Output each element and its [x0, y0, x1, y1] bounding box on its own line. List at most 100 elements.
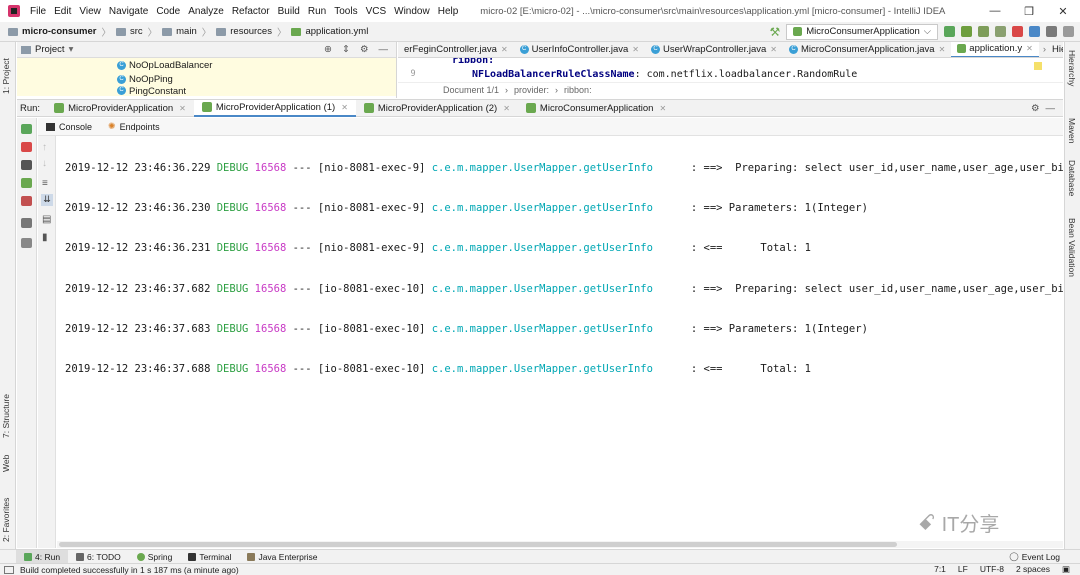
editor-tab[interactable]: C UserInfoController.java ✕	[514, 42, 645, 57]
menu-run[interactable]: Run	[304, 6, 330, 17]
log-logger[interactable]: c.e.m.mapper.UserMapper.getUserInfo	[432, 323, 653, 335]
tool-window-bean-validation[interactable]: Bean Validation	[1067, 218, 1077, 288]
trash-icon[interactable]: ▮	[42, 232, 48, 243]
close-icon[interactable]: ✕	[659, 104, 666, 113]
menu-tools[interactable]: Tools	[330, 6, 361, 17]
todo-tool-button[interactable]: 6: TODO	[68, 550, 129, 564]
breadcrumb-src[interactable]: src	[130, 26, 143, 37]
stop-icon[interactable]	[1012, 26, 1023, 37]
code-line[interactable]: 9 NFLoadBalancerRuleClassName : com.netf…	[398, 66, 1063, 82]
menu-navigate[interactable]: Navigate	[105, 6, 152, 17]
restore-button[interactable]: ❒	[1012, 5, 1046, 18]
scroll-to-end-icon[interactable]: ⇊	[41, 194, 53, 206]
close-icon[interactable]: ✕	[770, 45, 777, 54]
tool-window-favorites[interactable]: 2: Favorites	[1, 487, 11, 542]
camera-icon[interactable]	[21, 160, 32, 170]
console-tab[interactable]: Console	[38, 122, 100, 132]
file-encoding[interactable]: UTF-8	[980, 564, 1004, 575]
terminal-tool-button[interactable]: Terminal	[180, 550, 239, 564]
code-line[interactable]: ribbon:	[398, 58, 1063, 66]
rerun-icon[interactable]	[21, 124, 32, 134]
layout-icon[interactable]	[21, 218, 32, 228]
log-logger[interactable]: c.e.m.mapper.UserMapper.getUserInfo	[432, 162, 653, 174]
menu-help[interactable]: Help	[434, 6, 463, 17]
run-tab[interactable]: MicroConsumerApplication ✕	[518, 100, 674, 117]
tree-item[interactable]: C PingConstant	[17, 86, 396, 96]
scrollbar-thumb[interactable]	[59, 542, 897, 547]
editor-tab[interactable]: erFeginController.java ✕	[398, 42, 514, 57]
line-separator[interactable]: LF	[958, 564, 968, 575]
chevron-down-icon[interactable]: ▾	[69, 44, 74, 55]
breadcrumb-project[interactable]: micro-consumer	[22, 26, 96, 37]
yaml-path-provider[interactable]: provider:	[514, 85, 549, 95]
tool-window-structure[interactable]: 7: Structure	[1, 380, 11, 438]
profile-icon[interactable]	[995, 26, 1006, 37]
run-tab[interactable]: MicroProviderApplication (2) ✕	[356, 100, 518, 117]
editor-tab[interactable]: C MicroConsumerApplication.java ✕	[783, 42, 951, 57]
stop-icon[interactable]	[21, 142, 32, 152]
editor-tab-active[interactable]: application.y ✕	[951, 42, 1039, 57]
menu-analyze[interactable]: Analyze	[184, 6, 228, 17]
hierarchy-tab[interactable]: Hiera	[1050, 44, 1063, 55]
menu-refactor[interactable]: Refactor	[228, 6, 274, 17]
pin-icon[interactable]	[21, 238, 32, 248]
log-logger[interactable]: c.e.m.mapper.UserMapper.getUserInfo	[432, 363, 653, 375]
console-output[interactable]: 2019-12-12 23:46:36.229 DEBUG 16568 --- …	[57, 136, 1063, 541]
run-tab[interactable]: MicroProviderApplication ✕	[46, 100, 194, 117]
update-icon[interactable]	[1029, 26, 1040, 37]
yaml-path-ribbon[interactable]: ribbon:	[564, 85, 592, 95]
close-icon[interactable]: ✕	[341, 103, 348, 112]
horizontal-scrollbar[interactable]	[57, 541, 1063, 548]
gear-icon[interactable]: ⚙	[1031, 103, 1046, 114]
search-everywhere-icon[interactable]	[1063, 26, 1074, 37]
tool-windows-toggle-icon[interactable]	[4, 565, 14, 574]
caret-position[interactable]: 7:1	[934, 564, 946, 575]
menu-window[interactable]: Window	[390, 6, 434, 17]
event-log-button[interactable]: ◯ Event Log	[1001, 550, 1080, 564]
project-structure-icon[interactable]	[1046, 26, 1057, 37]
close-icon[interactable]: ✕	[939, 45, 946, 54]
tool-window-hierarchy[interactable]: Hierarchy	[1067, 50, 1077, 100]
editor-tab[interactable]: C UserWrapController.java ✕	[645, 42, 783, 57]
close-icon[interactable]: ✕	[501, 45, 508, 54]
menu-edit[interactable]: Edit	[50, 6, 75, 17]
document-indicator[interactable]: Document 1/1	[443, 85, 499, 95]
exit-icon[interactable]	[21, 196, 32, 206]
debug-icon[interactable]	[961, 26, 972, 37]
java-enterprise-tool-button[interactable]: Java Enterprise	[239, 550, 325, 564]
menu-vcs[interactable]: VCS	[362, 6, 391, 17]
soft-wrap-icon[interactable]: ≡	[42, 178, 48, 189]
menu-build[interactable]: Build	[274, 6, 304, 17]
menu-code[interactable]: Code	[152, 6, 184, 17]
close-icon[interactable]: ✕	[503, 104, 510, 113]
run-tab-active[interactable]: MicroProviderApplication (1) ✕	[193, 99, 356, 117]
debug-bug-icon[interactable]	[21, 178, 32, 188]
breadcrumb-main[interactable]: main	[176, 26, 197, 37]
hide-icon[interactable]: —	[1046, 103, 1064, 114]
menu-view[interactable]: View	[75, 6, 105, 17]
collapse-icon[interactable]: ⇕	[342, 44, 350, 55]
tree-item[interactable]: C NoOpPing	[17, 72, 396, 86]
gear-icon[interactable]: ⚙	[360, 44, 369, 55]
run-tool-button[interactable]: 4: Run	[16, 549, 69, 564]
spring-tool-button[interactable]: Spring	[129, 550, 181, 564]
warning-marker-icon[interactable]	[1034, 62, 1042, 70]
log-logger[interactable]: c.e.m.mapper.UserMapper.getUserInfo	[432, 242, 653, 254]
close-icon[interactable]: ✕	[1026, 44, 1033, 53]
arrow-up-icon[interactable]: ↑	[42, 142, 47, 153]
breadcrumb-resources[interactable]: resources	[230, 26, 272, 37]
tool-window-maven[interactable]: Maven	[1067, 118, 1077, 148]
indent-setting[interactable]: 2 spaces	[1016, 564, 1050, 575]
log-logger[interactable]: c.e.m.mapper.UserMapper.getUserInfo	[432, 202, 653, 214]
coverage-icon[interactable]	[978, 26, 989, 37]
tree-item[interactable]: C NoOpLoadBalancer	[17, 58, 396, 72]
tool-window-database[interactable]: Database	[1067, 160, 1077, 204]
run-configuration-select[interactable]: MicroConsumerApplication ⌵	[786, 23, 938, 40]
breadcrumb-file[interactable]: application.yml	[305, 26, 368, 37]
menu-file[interactable]: File	[26, 6, 50, 17]
locate-icon[interactable]: ⊕	[324, 44, 332, 55]
endpoints-tab[interactable]: ✺ Endpoints	[100, 121, 168, 132]
minimize-button[interactable]: —	[978, 5, 1012, 18]
tool-window-web[interactable]: Web	[1, 442, 11, 472]
tab-overflow-icon[interactable]: ›	[1039, 44, 1050, 55]
